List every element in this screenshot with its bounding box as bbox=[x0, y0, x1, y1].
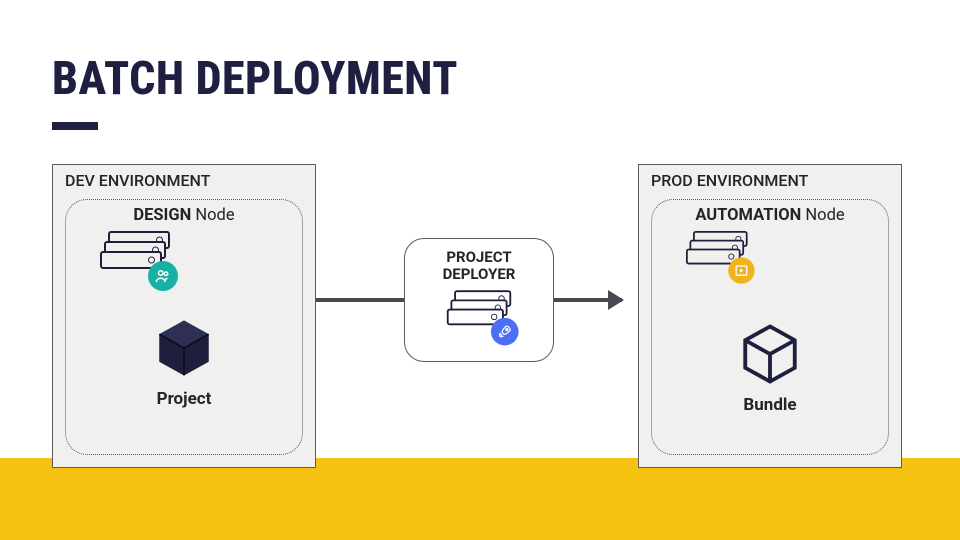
bundle-label: Bundle bbox=[652, 395, 888, 415]
title-underline bbox=[52, 122, 98, 130]
project-deployer-box: PROJECTDEPLOYER bbox=[404, 238, 554, 362]
rocket-badge-icon bbox=[491, 317, 519, 345]
arrow-dev-to-deployer bbox=[316, 298, 412, 302]
design-server-icon bbox=[100, 231, 170, 287]
project-label: Project bbox=[66, 389, 302, 409]
users-badge-icon bbox=[148, 261, 178, 291]
design-node-label: DESIGN Node bbox=[66, 206, 302, 225]
deployer-server-icon bbox=[447, 290, 511, 342]
prod-environment-box: PROD ENVIRONMENT AUTOMATION Node Bundle bbox=[638, 164, 902, 468]
prod-inner-group: AUTOMATION Node Bundle bbox=[651, 199, 889, 455]
dev-inner-group: DESIGN Node Project bbox=[65, 199, 303, 455]
deployer-label: PROJECTDEPLOYER bbox=[443, 249, 516, 284]
automation-server-icon bbox=[686, 231, 748, 280]
accent-band bbox=[0, 458, 960, 540]
play-badge-icon bbox=[728, 257, 754, 283]
automation-node-label: AUTOMATION Node bbox=[652, 206, 888, 225]
bundle-cube-icon bbox=[652, 321, 888, 387]
project-cube-icon bbox=[66, 315, 302, 381]
dev-env-label: DEV ENVIRONMENT bbox=[53, 165, 315, 192]
prod-env-label: PROD ENVIRONMENT bbox=[639, 165, 901, 192]
page-title: BATCH DEPLOYMENT bbox=[52, 52, 458, 106]
arrow-deployer-to-prod bbox=[548, 298, 622, 302]
dev-environment-box: DEV ENVIRONMENT DESIGN Node Project bbox=[52, 164, 316, 468]
